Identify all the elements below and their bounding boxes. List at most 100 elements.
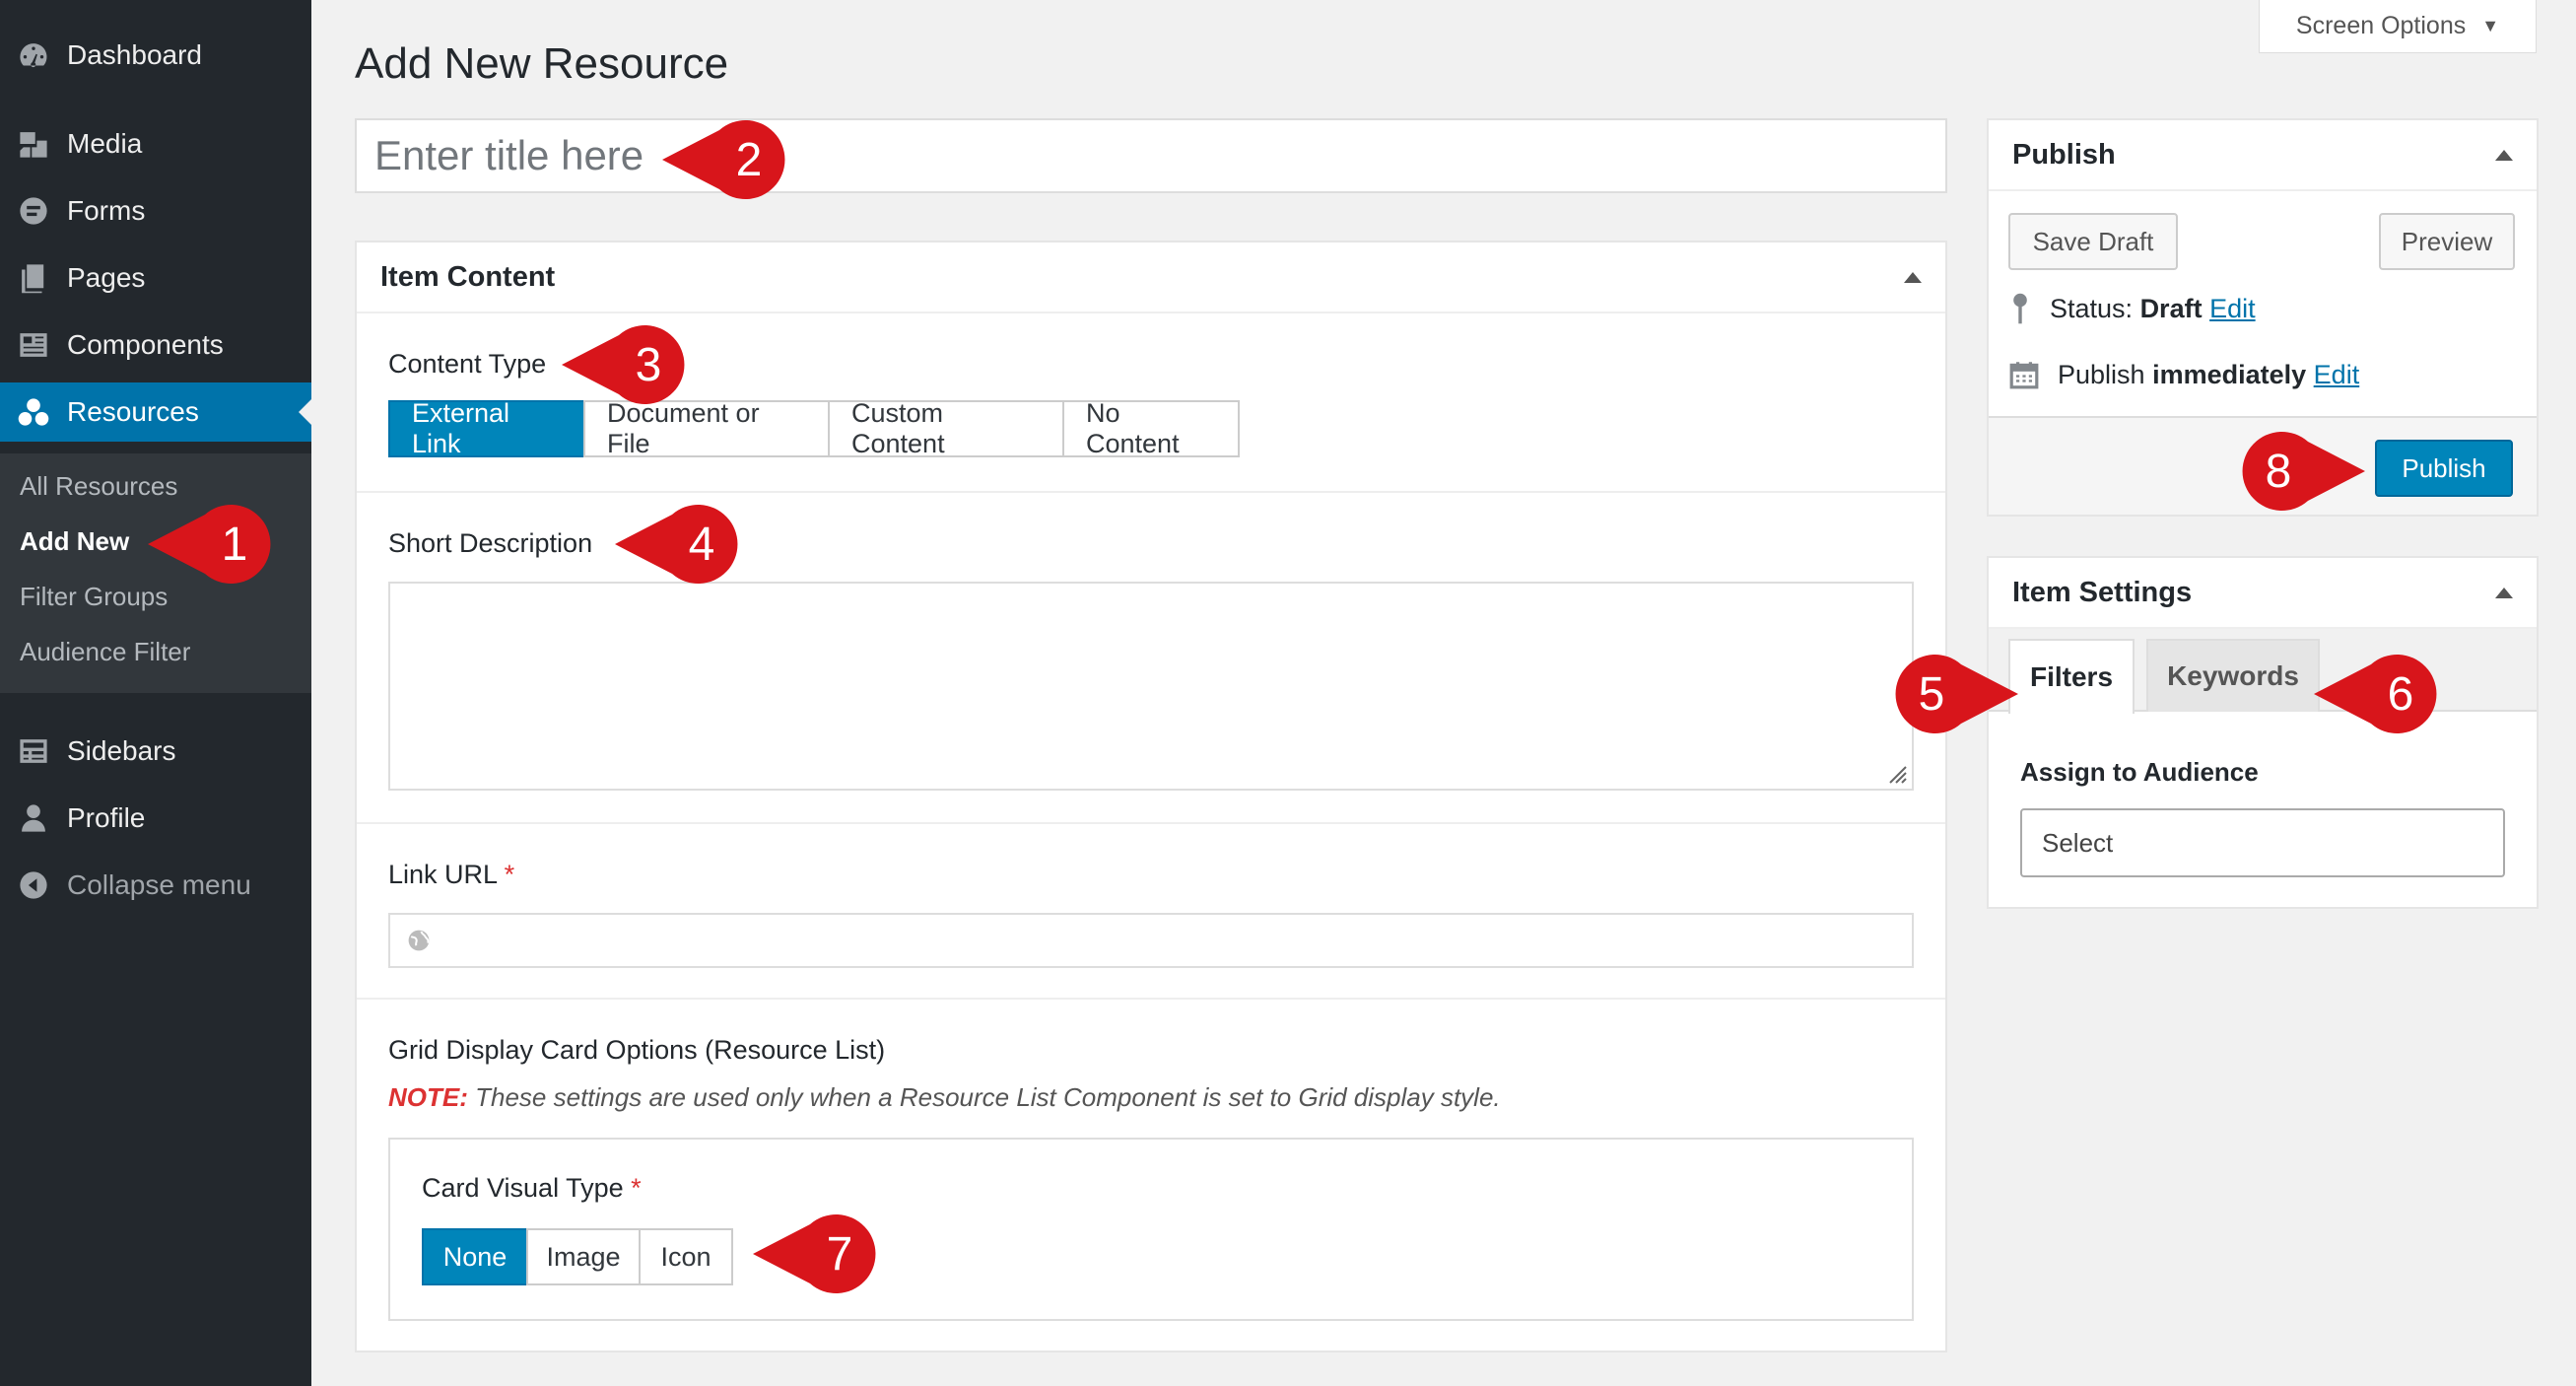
link-url-input[interactable] xyxy=(388,913,1914,968)
collapse-icon xyxy=(0,868,67,902)
menu-item-forms[interactable]: Forms xyxy=(0,181,311,241)
menu-item-dashboard[interactable]: Dashboard xyxy=(0,26,311,85)
tab-keywords[interactable]: Keywords xyxy=(2146,639,2320,712)
callout-number: 1 xyxy=(221,518,248,571)
components-icon xyxy=(0,328,67,362)
grid-options-label: Grid Display Card Options (Resource List… xyxy=(388,1035,886,1065)
callout-number: 4 xyxy=(688,518,715,571)
callout-number: 8 xyxy=(2265,445,2292,498)
callout-marker: 6 xyxy=(2314,655,2440,733)
item-content-header[interactable]: Item Content xyxy=(357,243,1945,313)
profile-icon xyxy=(0,801,67,835)
menu-label: Resources xyxy=(67,396,199,427)
note-label: NOTE: xyxy=(388,1082,468,1112)
schedule-text: Publish immediately Edit xyxy=(2058,360,2359,390)
forms-icon xyxy=(0,194,67,228)
item-settings-box: Item Settings Filters Keywords Assign to… xyxy=(1987,556,2539,909)
content-type-document[interactable]: Document or File xyxy=(583,398,830,458)
card-visual-image[interactable]: Image xyxy=(526,1228,641,1285)
required-marker: * xyxy=(504,860,515,889)
preview-button[interactable]: Preview xyxy=(2379,213,2515,270)
page-title: Add New Resource xyxy=(355,39,729,88)
menu-label: Components xyxy=(67,329,224,360)
content-type-group: External Link Document or File Custom Co… xyxy=(388,398,1240,458)
title-placeholder: Enter title here xyxy=(374,132,644,178)
callout-marker: 7 xyxy=(753,1214,879,1293)
short-description-label: Short Description xyxy=(388,528,593,558)
item-settings-title: Item Settings xyxy=(2012,576,2193,608)
note-text: These settings are used only when a Reso… xyxy=(475,1082,1501,1112)
callout-marker: 4 xyxy=(615,505,741,584)
resize-grip-icon[interactable] xyxy=(1888,765,1908,785)
audience-select[interactable]: Select xyxy=(2020,808,2505,877)
submenu-add-new[interactable]: Add New xyxy=(20,526,129,557)
menu-item-pages[interactable]: Pages xyxy=(0,248,311,308)
dashboard-icon xyxy=(0,38,67,72)
pin-icon xyxy=(2013,293,2027,324)
admin-sidebar: Dashboard Media Forms Pages Components R… xyxy=(0,0,311,1386)
menu-item-profile[interactable]: Profile xyxy=(0,789,311,848)
assign-audience-label: Assign to Audience xyxy=(2020,757,2259,787)
globe-icon xyxy=(408,930,430,951)
status-text: Status: Draft Edit xyxy=(2050,294,2256,324)
short-description-textarea[interactable] xyxy=(388,582,1914,791)
screen-options-button[interactable]: Screen Options ▼ xyxy=(2259,0,2537,53)
status-label: Status: xyxy=(2050,293,2134,323)
publish-header[interactable]: Publish xyxy=(1989,120,2537,191)
card-visual-icon[interactable]: Icon xyxy=(639,1228,733,1285)
publish-label: Publish xyxy=(2058,359,2145,389)
toggle-arrow-icon[interactable] xyxy=(2495,149,2513,161)
resources-icon xyxy=(0,395,67,429)
callout-marker: 1 xyxy=(148,505,274,584)
submenu-audience-filter[interactable]: Audience Filter xyxy=(20,637,190,667)
sidebars-icon xyxy=(0,734,67,768)
menu-label: Sidebars xyxy=(67,735,176,766)
callout-marker: 3 xyxy=(562,325,688,404)
status-row: Status: Draft Edit xyxy=(2008,292,2256,325)
content-type-external-link[interactable]: External Link xyxy=(388,398,585,458)
calendar-icon xyxy=(2009,362,2039,389)
callout-number: 5 xyxy=(1918,667,1945,721)
menu-item-resources[interactable]: Resources xyxy=(0,382,311,442)
required-marker: * xyxy=(631,1173,642,1203)
toggle-arrow-icon[interactable] xyxy=(2495,587,2513,598)
save-draft-button[interactable]: Save Draft xyxy=(2008,213,2178,270)
caret-down-icon: ▼ xyxy=(2481,16,2500,35)
menu-item-collapse[interactable]: Collapse menu xyxy=(0,856,311,915)
edit-schedule-link[interactable]: Edit xyxy=(2314,360,2360,389)
settings-tabs: Filters Keywords xyxy=(1989,629,2537,714)
link-url-text: Link URL xyxy=(388,860,498,889)
publish-value: immediately xyxy=(2152,359,2307,389)
grid-options-note: NOTE: These settings are used only when … xyxy=(388,1082,1501,1113)
link-url-label: Link URL * xyxy=(388,860,514,890)
menu-label: Collapse menu xyxy=(67,869,251,900)
menu-item-sidebars[interactable]: Sidebars xyxy=(0,722,311,781)
callout-number: 3 xyxy=(635,338,662,391)
publish-title: Publish xyxy=(2012,138,2116,171)
menu-label: Forms xyxy=(67,195,146,226)
callout-number: 2 xyxy=(735,133,763,186)
item-settings-header[interactable]: Item Settings xyxy=(1989,558,2537,629)
callout-number: 7 xyxy=(826,1227,853,1281)
menu-label: Dashboard xyxy=(67,39,202,70)
menu-label: Profile xyxy=(67,802,146,833)
submenu-filter-groups[interactable]: Filter Groups xyxy=(20,582,168,612)
tab-filters[interactable]: Filters xyxy=(2008,639,2135,714)
toggle-arrow-icon[interactable] xyxy=(1904,271,1922,283)
menu-item-components[interactable]: Components xyxy=(0,315,311,375)
content-type-custom[interactable]: Custom Content xyxy=(828,398,1064,458)
title-input[interactable]: Enter title here xyxy=(355,118,1947,193)
menu-item-media[interactable]: Media xyxy=(0,114,311,173)
pages-icon xyxy=(0,261,67,295)
callout-marker: 8 xyxy=(2239,432,2365,511)
edit-status-link[interactable]: Edit xyxy=(2209,294,2256,323)
callout-marker: 5 xyxy=(1892,655,2018,733)
content-type-none[interactable]: No Content xyxy=(1062,398,1240,458)
media-icon xyxy=(0,127,67,161)
submenu-all-resources[interactable]: All Resources xyxy=(20,471,177,502)
publish-button[interactable]: Publish xyxy=(2375,440,2513,497)
card-visual-type-text: Card Visual Type xyxy=(422,1173,624,1203)
schedule-row: Publish immediately Edit xyxy=(2008,359,2359,390)
content-type-label: Content Type xyxy=(388,349,547,379)
card-visual-none[interactable]: None xyxy=(422,1228,528,1285)
